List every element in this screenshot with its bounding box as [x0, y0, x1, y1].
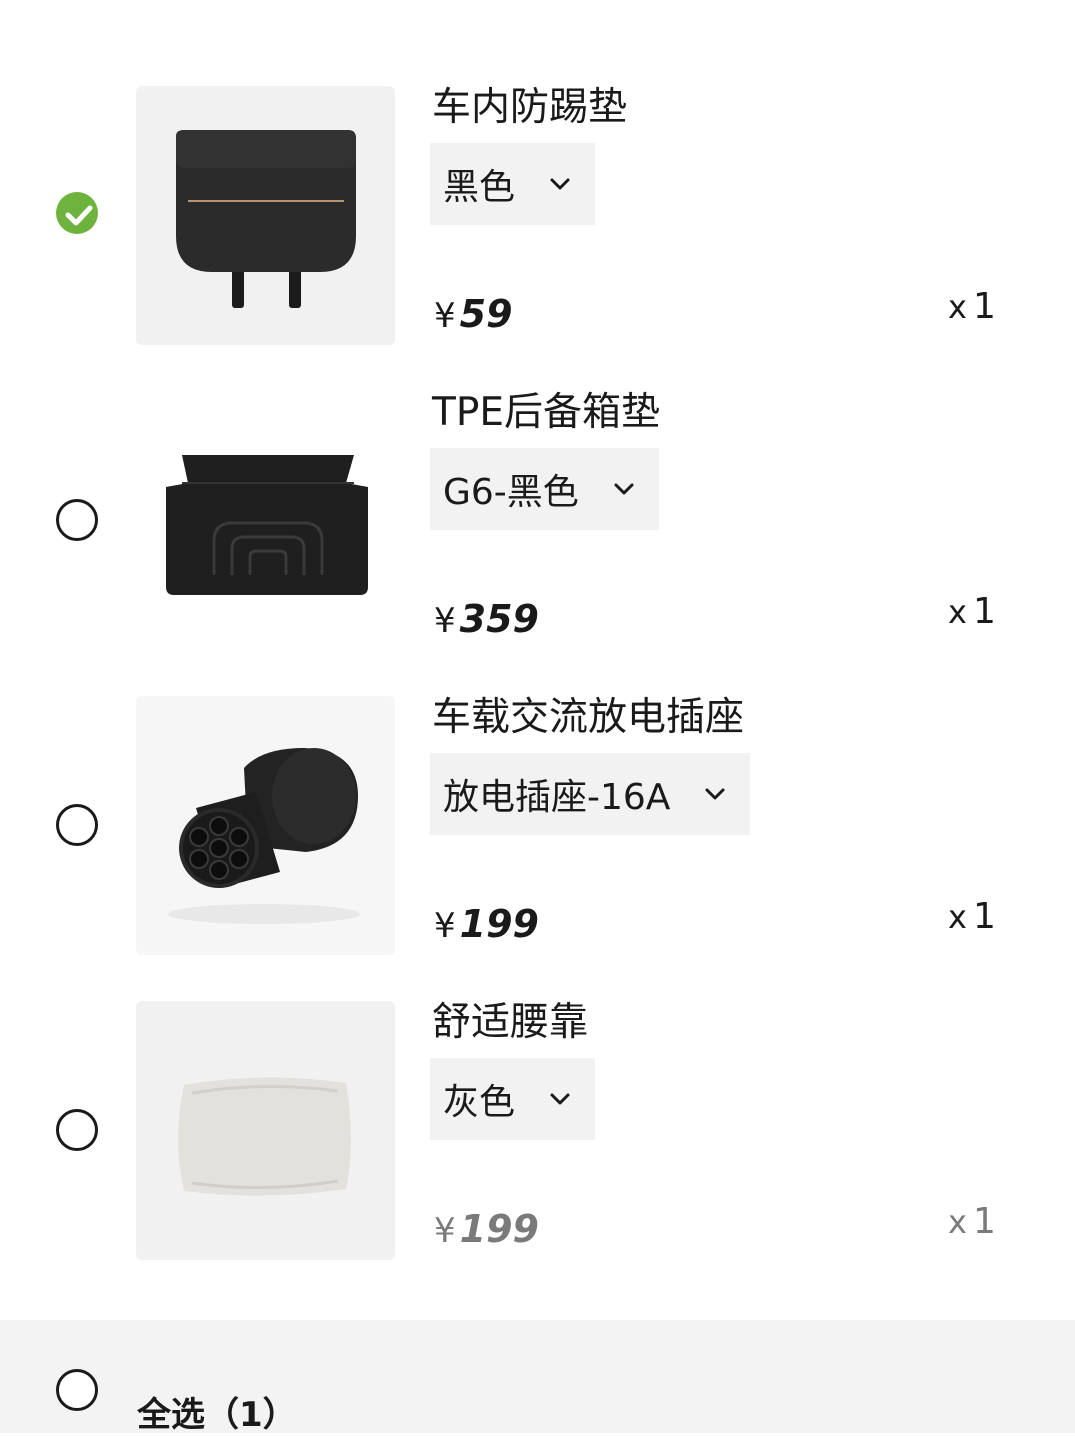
- quantity-prefix: x: [948, 898, 967, 936]
- quantity-value: 1: [972, 286, 996, 327]
- product-image-lumbar-pillow[interactable]: [136, 1001, 395, 1260]
- cart-footer: 全选（1）: [0, 1320, 1075, 1436]
- cart-item: 车载交流放电插座 放电插座-16A ¥199 x1: [0, 696, 1075, 1002]
- quantity: x1: [948, 286, 996, 327]
- check-circle-icon[interactable]: [56, 192, 98, 234]
- variant-selector[interactable]: 灰色: [430, 1058, 596, 1140]
- chevron-down-icon: [611, 476, 637, 502]
- radio-empty-icon[interactable]: [56, 1109, 98, 1151]
- chevron-down-icon: [547, 1086, 573, 1112]
- product-title[interactable]: 车载交流放电插座: [432, 696, 744, 740]
- quantity-prefix: x: [948, 288, 967, 326]
- product-price: ¥199: [434, 1207, 539, 1251]
- currency-symbol: ¥: [434, 906, 456, 946]
- product-image-kick-mat[interactable]: [136, 86, 395, 345]
- price-value: 199: [459, 902, 539, 946]
- quantity: x1: [948, 591, 996, 632]
- product-price: ¥359: [434, 597, 539, 641]
- product-title[interactable]: TPE后备箱垫: [432, 391, 660, 435]
- quantity-value: 1: [972, 591, 996, 632]
- variant-selector[interactable]: 放电插座-16A: [430, 753, 751, 835]
- cart-item: 车内防踢垫 黑色 ¥59 x1: [0, 86, 1075, 392]
- radio-empty-icon[interactable]: [56, 499, 98, 541]
- chevron-down-icon: [702, 781, 728, 807]
- quantity: x1: [948, 1201, 996, 1242]
- product-price: ¥199: [434, 902, 539, 946]
- variant-label: G6-黑色: [443, 472, 579, 513]
- product-title[interactable]: 车内防踢垫: [432, 86, 627, 130]
- currency-symbol: ¥: [434, 601, 456, 641]
- product-image-trunk-mat[interactable]: [136, 391, 395, 650]
- quantity-value: 1: [972, 1201, 996, 1242]
- cart-item: 舒适腰靠 灰色 ¥199 x1: [0, 1001, 1075, 1307]
- price-value: 199: [459, 1207, 539, 1251]
- cart-item: TPE后备箱垫 G6-黑色 ¥359 x1: [0, 391, 1075, 697]
- chevron-down-icon: [547, 171, 573, 197]
- select-all-label[interactable]: 全选（1）: [137, 1387, 297, 1436]
- variant-label: 灰色: [443, 1082, 516, 1123]
- variant-selector[interactable]: 黑色: [430, 143, 596, 225]
- product-title[interactable]: 舒适腰靠: [432, 1001, 588, 1045]
- select-all-radio-icon[interactable]: [56, 1369, 98, 1411]
- price-value: 59: [459, 292, 513, 336]
- price-value: 359: [459, 597, 539, 641]
- quantity-prefix: x: [948, 1203, 967, 1241]
- currency-symbol: ¥: [434, 296, 456, 336]
- currency-symbol: ¥: [434, 1211, 456, 1251]
- variant-label: 黑色: [443, 167, 516, 208]
- quantity-value: 1: [972, 896, 996, 937]
- radio-empty-icon[interactable]: [56, 804, 98, 846]
- variant-selector[interactable]: G6-黑色: [430, 448, 659, 530]
- variant-label: 放电插座-16A: [443, 777, 671, 818]
- product-price: ¥59: [434, 292, 513, 336]
- quantity-prefix: x: [948, 593, 967, 631]
- product-image-discharge-socket[interactable]: [136, 696, 395, 955]
- quantity: x1: [948, 896, 996, 937]
